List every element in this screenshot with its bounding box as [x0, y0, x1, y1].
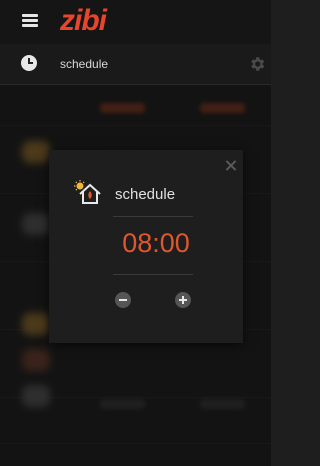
dialog-title: schedule	[115, 186, 176, 203]
divider	[113, 216, 193, 217]
sub-header: schedule	[0, 44, 271, 85]
clock-icon[interactable]	[21, 55, 37, 71]
schedule-dialog: schedule 08:00	[49, 150, 243, 343]
app-logo: zibi	[60, 4, 107, 37]
time-value[interactable]: 08:00	[111, 228, 201, 259]
house-icon	[74, 180, 101, 204]
top-bar: zibi	[0, 0, 271, 44]
close-icon[interactable]	[225, 160, 236, 171]
gear-icon[interactable]	[248, 55, 266, 73]
page-title: schedule	[60, 57, 109, 71]
decrement-button[interactable]	[115, 292, 131, 308]
divider	[113, 274, 193, 275]
increment-button[interactable]	[175, 292, 191, 308]
hamburger-menu-icon[interactable]	[22, 14, 38, 28]
